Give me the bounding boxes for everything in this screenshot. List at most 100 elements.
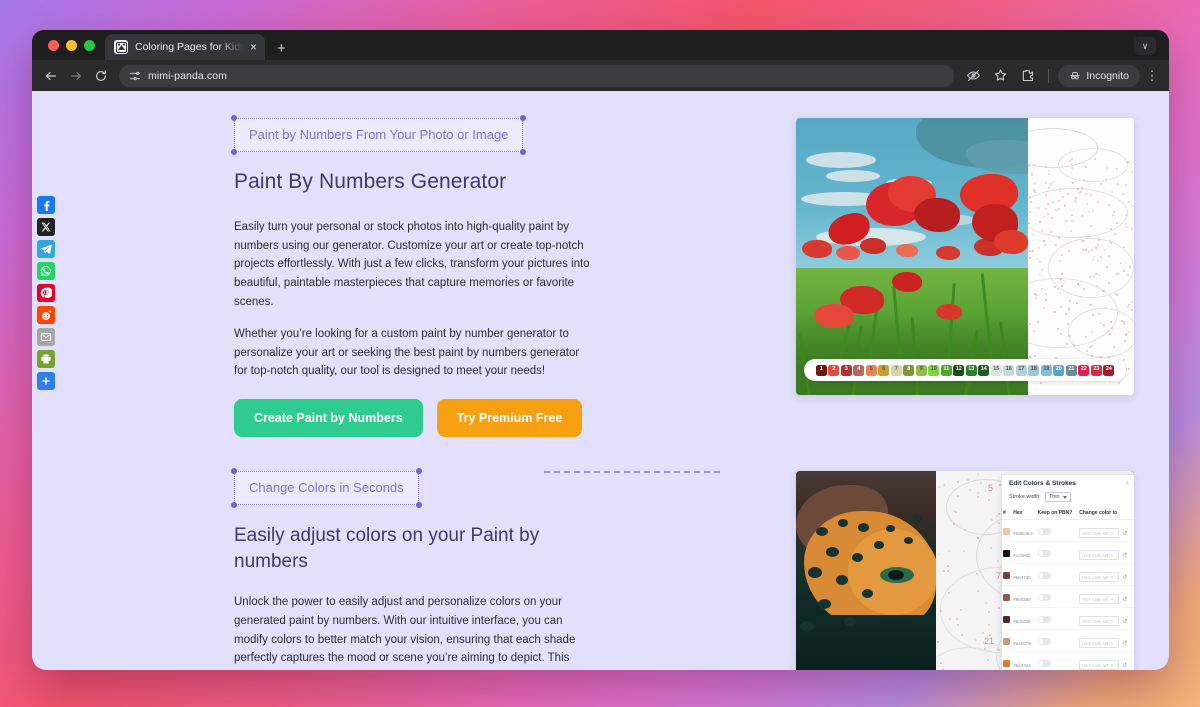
palette-swatch-17[interactable]: 17 xyxy=(1015,364,1027,376)
outline-number-dot xyxy=(1100,182,1103,185)
column-keep-on-pbn: Keep on PBN? xyxy=(1036,507,1079,520)
kebab-menu-icon[interactable]: ⋮ xyxy=(1144,68,1160,84)
maximize-window-button[interactable] xyxy=(84,39,95,51)
palette-swatch-24[interactable]: 24 xyxy=(1103,364,1115,376)
palette-swatch-9[interactable]: 9 xyxy=(915,364,927,376)
table-row[interactable]: #be3324 HEX code with # ↺ xyxy=(1002,651,1134,670)
resize-handle-top-left-2[interactable] xyxy=(231,468,237,474)
edit-colors-strokes-panel[interactable]: Edit Colors & Strokes × Stroke width: Th… xyxy=(1001,474,1134,670)
palette-swatch-2[interactable]: 2 xyxy=(828,364,840,376)
outline-number-dot xyxy=(1054,209,1057,212)
palette-swatch-1[interactable]: 1 xyxy=(815,364,827,376)
palette-swatch-18[interactable]: 18 xyxy=(1028,364,1040,376)
resize-handle-bottom-right[interactable] xyxy=(520,149,527,155)
eyebrow-selected-box-2[interactable]: Change Colors in Seconds xyxy=(231,468,422,508)
row-change-color[interactable]: HEX code with # ↺ xyxy=(1078,651,1134,670)
outline-number-dot xyxy=(954,510,957,513)
palette-swatch-16[interactable]: 16 xyxy=(1003,364,1015,376)
resize-handle-top-left[interactable] xyxy=(231,115,237,121)
row-keep-toggle[interactable] xyxy=(1036,563,1079,586)
email-icon[interactable] xyxy=(37,328,55,346)
table-row[interactable]: #a4b078 HEX code with # ↺ xyxy=(1002,629,1134,652)
print-icon[interactable] xyxy=(37,350,55,368)
puzzle-icon[interactable] xyxy=(1016,64,1039,87)
row-keep-toggle[interactable] xyxy=(1036,607,1079,630)
outline-number-dot xyxy=(1034,355,1037,358)
row-keep-toggle[interactable] xyxy=(1036,629,1079,652)
colors-table-body: #e8bc9c4 HEX code with # ↺ #1c0e0b HEX code … xyxy=(1002,519,1134,670)
resize-handle-bottom-right-2[interactable] xyxy=(415,502,422,508)
table-row[interactable]: #1c0e0b HEX code with # ↺ xyxy=(1002,541,1134,564)
table-row[interactable]: #5d1c26 HEX code with # ↺ xyxy=(1002,607,1134,630)
try-premium-free-button[interactable]: Try Premium Free xyxy=(436,399,583,437)
palette-swatch-22[interactable]: 22 xyxy=(1078,364,1090,376)
palette-swatch-15[interactable]: 15 xyxy=(990,364,1002,376)
eyebrow-selected-box-1[interactable]: Paint by Numbers From Your Photo or Imag… xyxy=(231,115,527,155)
forward-icon[interactable] xyxy=(64,64,87,87)
browser-tab[interactable]: Coloring Pages for Kids and A × xyxy=(105,34,265,60)
stroke-width-select[interactable]: Thin xyxy=(1044,492,1071,502)
color-palette-bar[interactable]: 1 2 3 4 5 6 7 8 9 10 11 12 13 14 15 16 17 18 19 20 21 22 23 24 xyxy=(804,359,1126,381)
palette-swatch-8[interactable]: 8 xyxy=(903,364,915,376)
resize-handle-bottom-left[interactable] xyxy=(231,149,237,155)
close-tab-button[interactable]: × xyxy=(250,41,257,53)
create-paint-by-numbers-button[interactable]: Create Paint by Numbers xyxy=(234,399,423,437)
row-change-color[interactable]: HEX code with # ↺ xyxy=(1078,585,1134,608)
outline-number-dot xyxy=(987,623,990,626)
row-change-color[interactable]: HEX code with # ↺ xyxy=(1078,607,1134,630)
palette-swatch-23[interactable]: 23 xyxy=(1090,364,1102,376)
palette-swatch-14[interactable]: 14 xyxy=(978,364,990,376)
close-icon[interactable]: × xyxy=(1125,481,1129,487)
star-icon[interactable] xyxy=(989,64,1012,87)
palette-swatch-5[interactable]: 5 xyxy=(865,364,877,376)
palette-swatch-11[interactable]: 11 xyxy=(940,364,952,376)
row-change-color[interactable]: HEX code with # ↺ xyxy=(1078,519,1134,542)
palette-swatch-6[interactable]: 6 xyxy=(878,364,890,376)
palette-swatch-4[interactable]: 4 xyxy=(853,364,865,376)
palette-swatch-13[interactable]: 13 xyxy=(965,364,977,376)
new-tab-button[interactable]: + xyxy=(277,41,286,56)
share-more-icon[interactable] xyxy=(37,372,55,390)
palette-swatch-7[interactable]: 7 xyxy=(890,364,902,376)
row-keep-toggle[interactable] xyxy=(1036,519,1079,542)
telegram-icon[interactable] xyxy=(37,240,55,258)
palette-swatch-10[interactable]: 10 xyxy=(928,364,940,376)
reddit-icon[interactable] xyxy=(37,306,55,324)
palette-swatch-3[interactable]: 3 xyxy=(840,364,852,376)
whatsapp-icon[interactable] xyxy=(37,262,55,280)
poppy-painted-half xyxy=(796,118,1028,395)
row-keep-toggle[interactable] xyxy=(1036,651,1079,670)
reload-icon[interactable] xyxy=(89,64,112,87)
chevron-down-icon[interactable]: ∨ xyxy=(1134,37,1156,55)
address-bar[interactable]: mimi-panda.com xyxy=(119,64,955,87)
outline-number-dot xyxy=(1131,171,1134,174)
eye-off-icon[interactable] xyxy=(962,64,985,87)
close-window-button[interactable] xyxy=(48,39,59,51)
outline-number-dot xyxy=(1116,293,1119,296)
outline-number-dot xyxy=(1039,260,1042,263)
palette-swatch-12[interactable]: 12 xyxy=(953,364,965,376)
row-change-color[interactable]: HEX code with # ↺ xyxy=(1078,541,1134,564)
outline-number-dot xyxy=(1029,355,1032,358)
row-keep-toggle[interactable] xyxy=(1036,585,1079,608)
table-row[interactable]: #e8bc9c4 HEX code with # ↺ xyxy=(1002,519,1134,542)
resize-handle-bottom-left-2[interactable] xyxy=(231,502,237,508)
row-change-color[interactable]: HEX code with # ↺ xyxy=(1078,563,1134,586)
column-number: # xyxy=(1002,507,1013,520)
x-twitter-icon[interactable] xyxy=(37,218,55,236)
row-change-color[interactable]: HEX code with # ↺ xyxy=(1078,629,1134,652)
minimize-window-button[interactable] xyxy=(66,39,77,51)
resize-handle-top-right[interactable] xyxy=(520,115,527,121)
row-keep-toggle[interactable] xyxy=(1036,541,1079,564)
back-icon[interactable] xyxy=(39,64,62,87)
incognito-indicator[interactable]: Incognito xyxy=(1058,64,1140,87)
palette-swatch-19[interactable]: 19 xyxy=(1040,364,1052,376)
tune-icon[interactable] xyxy=(129,70,141,82)
palette-swatch-20[interactable]: 20 xyxy=(1053,364,1065,376)
facebook-icon[interactable] xyxy=(37,196,55,214)
palette-swatch-21[interactable]: 21 xyxy=(1065,364,1077,376)
table-row[interactable]: #6b473b HEX code with # ↺ xyxy=(1002,563,1134,586)
table-row[interactable]: #864266 HEX code with # ↺ xyxy=(1002,585,1134,608)
pinterest-icon[interactable] xyxy=(37,284,55,302)
resize-handle-top-right-2[interactable] xyxy=(415,468,422,474)
